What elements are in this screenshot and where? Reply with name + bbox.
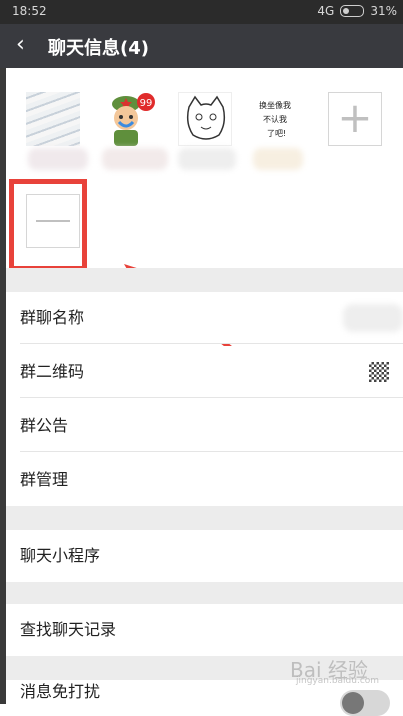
qr-code-icon xyxy=(369,362,389,382)
search-history-label: 查找聊天记录 xyxy=(20,620,117,639)
announcement-row[interactable]: 群公告 xyxy=(6,400,403,452)
group-name-label: 群聊名称 xyxy=(20,308,85,327)
management-row[interactable]: 群管理 xyxy=(6,454,403,506)
group-qr-label: 群二维码 xyxy=(20,362,85,381)
section-gap xyxy=(6,506,403,530)
search-history-row[interactable]: 查找聊天记录 xyxy=(6,604,403,656)
toggle-knob xyxy=(342,692,364,714)
announcement-label: 群公告 xyxy=(20,416,69,435)
mini-programs-label: 聊天小程序 xyxy=(20,546,101,565)
section-gap xyxy=(6,582,403,604)
mute-label: 消息免打扰 xyxy=(20,682,101,701)
mute-toggle[interactable] xyxy=(340,690,390,716)
management-label: 群管理 xyxy=(20,470,69,489)
watermark-site: jingyan.baidu.com xyxy=(296,676,380,686)
watermark: Bai 经验 jingyan.baidu.com xyxy=(290,650,390,690)
group-name-value-blurred xyxy=(343,304,403,332)
section-gap xyxy=(6,268,403,292)
mini-programs-row[interactable]: 聊天小程序 xyxy=(6,530,403,582)
group-name-row[interactable]: 群聊名称 xyxy=(6,292,403,344)
group-qr-row[interactable]: 群二维码 xyxy=(6,346,403,398)
